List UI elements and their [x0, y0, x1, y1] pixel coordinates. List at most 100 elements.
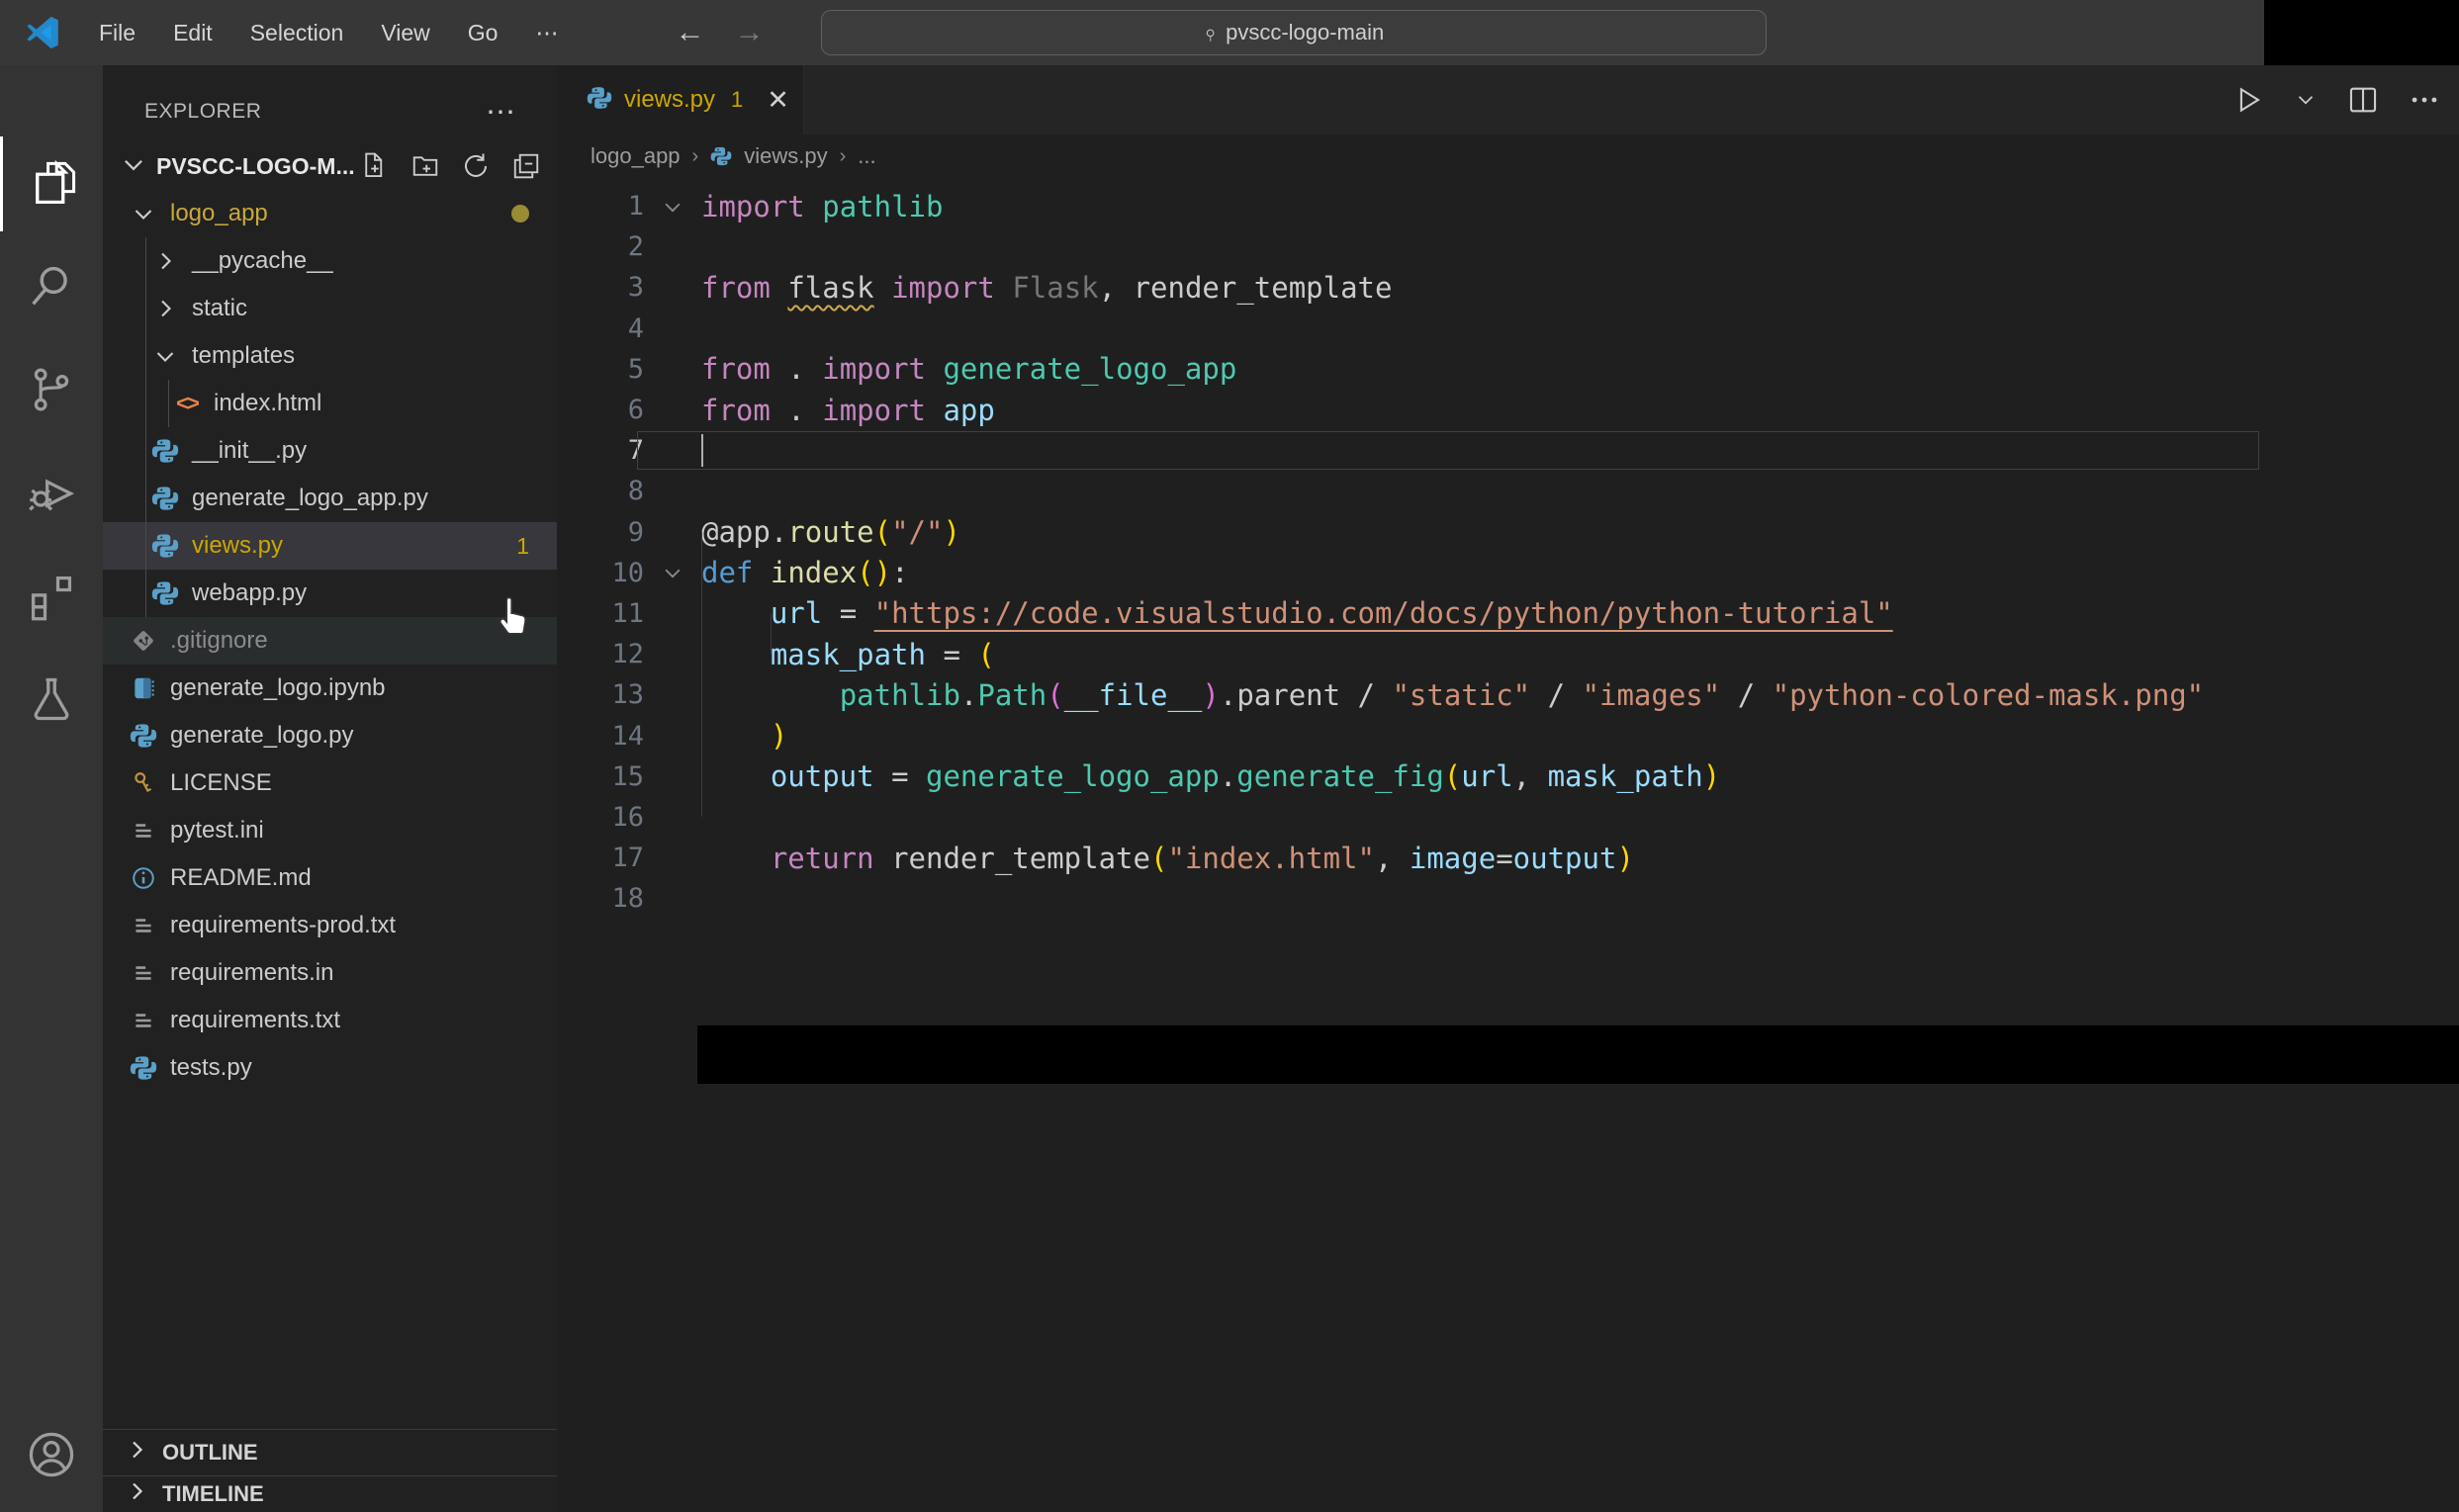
code-line-17[interactable]: 17 return render_template("index.html", … — [557, 838, 2459, 878]
code-line-15[interactable]: 15 output = generate_logo_app.generate_f… — [557, 756, 2459, 797]
account-icon[interactable] — [0, 1407, 103, 1502]
refresh-icon[interactable] — [461, 151, 491, 181]
explorer-more-actions-icon[interactable]: ⋯ — [486, 95, 517, 130]
line-number[interactable]: 2 — [557, 231, 644, 262]
line-number[interactable]: 16 — [557, 802, 644, 833]
tab-close-icon[interactable]: ✕ — [767, 85, 789, 116]
tree-item-pytest-ini[interactable]: pytest.ini — [103, 807, 557, 854]
run-and-debug-icon[interactable] — [0, 445, 103, 540]
tree-item-webapp-py[interactable]: webapp.py — [103, 570, 557, 617]
menu-go[interactable]: Go — [468, 20, 499, 46]
tree-item-static[interactable]: static — [103, 285, 557, 332]
code-line-13[interactable]: 13 pathlib.Path(__file__).parent / "stat… — [557, 674, 2459, 715]
code-line-18[interactable]: 18 — [557, 878, 2459, 919]
list-file-icon — [129, 816, 158, 845]
command-center-search[interactable]: ⌕ pvscc-logo-main — [821, 10, 1767, 55]
tree-item-requirements-txt[interactable]: requirements.txt — [103, 997, 557, 1044]
code-line-4[interactable]: 4 — [557, 309, 2459, 349]
code-line-6[interactable]: 6 from . import app — [557, 390, 2459, 430]
extensions-icon[interactable] — [0, 549, 103, 644]
tree-item-readme-md[interactable]: README.md — [103, 854, 557, 902]
tree-item-generate-logo-ipynb[interactable]: generate_logo.ipynb — [103, 665, 557, 712]
tree-item-tests-py[interactable]: tests.py — [103, 1044, 557, 1092]
line-number[interactable]: 1 — [557, 191, 644, 222]
search-view-icon[interactable] — [0, 239, 103, 334]
source-control-icon[interactable] — [0, 342, 103, 437]
collapse-all-icon[interactable] — [511, 151, 541, 181]
tab-views-py[interactable]: views.py 1 ✕ — [557, 65, 804, 134]
code-line-1[interactable]: 1 import pathlib — [557, 186, 2459, 226]
editor-more-actions-icon[interactable] — [2408, 83, 2441, 117]
menu-view[interactable]: View — [381, 20, 429, 46]
code-line-5[interactable]: 5 from . import generate_logo_app — [557, 349, 2459, 390]
explorer-icon[interactable] — [0, 136, 103, 231]
code-line-3[interactable]: 3 from flask import Flask, render_templat… — [557, 267, 2459, 308]
code-line-16[interactable]: 16 — [557, 797, 2459, 838]
nav-back-button[interactable]: ← — [675, 16, 704, 49]
nav-forward-button[interactable]: → — [734, 16, 764, 49]
tree-item-templates[interactable]: templates — [103, 332, 557, 380]
line-number[interactable]: 8 — [557, 476, 644, 506]
code-line-14[interactable]: 14 ) — [557, 715, 2459, 756]
line-number[interactable]: 5 — [557, 354, 644, 385]
code-line-10[interactable]: 10 def index(): — [557, 553, 2459, 593]
tree-item--pycache-[interactable]: __pycache__ — [103, 237, 557, 285]
code-line-7[interactable]: 7 — [557, 430, 2459, 471]
split-editor-icon[interactable] — [2346, 83, 2380, 117]
testing-icon[interactable] — [0, 652, 103, 747]
outline-section-header[interactable]: OUTLINE — [103, 1429, 557, 1475]
project-root-row[interactable]: PVSCC-LOGO-M... — [103, 142, 557, 190]
code-line-9[interactable]: 9 @app.route("/") — [557, 512, 2459, 553]
tree-item-views-py[interactable]: views.py 1 — [103, 522, 557, 570]
chevron-right-icon — [125, 1479, 148, 1509]
tree-item-logo-app[interactable]: logo_app — [103, 190, 557, 237]
code-line-2[interactable]: 2 — [557, 226, 2459, 267]
line-number[interactable]: 17 — [557, 843, 644, 873]
chevron-right-icon — [150, 246, 180, 276]
timeline-section-header[interactable]: TIMELINE — [103, 1475, 557, 1512]
breadcrumb-item[interactable]: logo_app — [591, 143, 681, 169]
fold-chevron-icon[interactable] — [644, 562, 701, 583]
tree-item--init-py[interactable]: __init__.py — [103, 427, 557, 475]
tree-item-label: pytest.ini — [170, 817, 264, 844]
line-number[interactable]: 18 — [557, 883, 644, 914]
menu-file[interactable]: File — [99, 20, 136, 46]
code-editor[interactable]: 1 import pathlib 2 3 from flask import Flask… — [557, 178, 2459, 919]
line-number[interactable]: 10 — [557, 558, 644, 588]
git-file-icon — [129, 626, 158, 656]
vscode-logo-icon — [27, 16, 58, 49]
line-number[interactable]: 7 — [557, 435, 644, 466]
line-number[interactable]: 3 — [557, 272, 644, 303]
breadcrumb-item[interactable]: ... — [858, 143, 875, 169]
code-line-12[interactable]: 12 mask_path = ( — [557, 634, 2459, 674]
line-number[interactable]: 14 — [557, 721, 644, 752]
new-folder-icon[interactable] — [410, 151, 440, 181]
python-file-icon — [150, 484, 180, 513]
editor-indent-guide — [701, 532, 702, 817]
line-number[interactable]: 15 — [557, 761, 644, 792]
tree-item-license[interactable]: LICENSE — [103, 759, 557, 807]
breadcrumb-item[interactable]: views.py — [744, 143, 827, 169]
tree-item--gitignore[interactable]: .gitignore — [103, 617, 557, 665]
tree-item-index-html[interactable]: <> index.html — [103, 380, 557, 427]
tree-item-generate-logo-app-py[interactable]: generate_logo_app.py — [103, 475, 557, 522]
line-number[interactable]: 6 — [557, 395, 644, 425]
line-number[interactable]: 11 — [557, 598, 644, 629]
menu-edit[interactable]: Edit — [173, 20, 213, 46]
menu-[interactable]: ⋯ — [535, 20, 558, 46]
line-number[interactable]: 12 — [557, 639, 644, 669]
line-number[interactable]: 9 — [557, 517, 644, 548]
menu-selection[interactable]: Selection — [250, 20, 344, 46]
new-file-icon[interactable] — [360, 151, 390, 181]
tree-item-generate-logo-py[interactable]: generate_logo.py — [103, 712, 557, 759]
tree-item-requirements-in[interactable]: requirements.in — [103, 949, 557, 997]
fold-chevron-icon[interactable] — [644, 196, 701, 218]
code-line-8[interactable]: 8 — [557, 471, 2459, 511]
code-line-11[interactable]: 11 url = "https://code.visualstudio.com/… — [557, 593, 2459, 634]
line-number[interactable]: 4 — [557, 313, 644, 344]
line-number[interactable]: 13 — [557, 679, 644, 710]
tree-item-requirements-prod-txt[interactable]: requirements-prod.txt — [103, 902, 557, 949]
run-python-file-icon[interactable] — [2231, 83, 2265, 117]
code-text: url = "https://code.visualstudio.com/doc… — [770, 596, 1893, 631]
run-dropdown-chevron-icon[interactable] — [2293, 87, 2319, 113]
